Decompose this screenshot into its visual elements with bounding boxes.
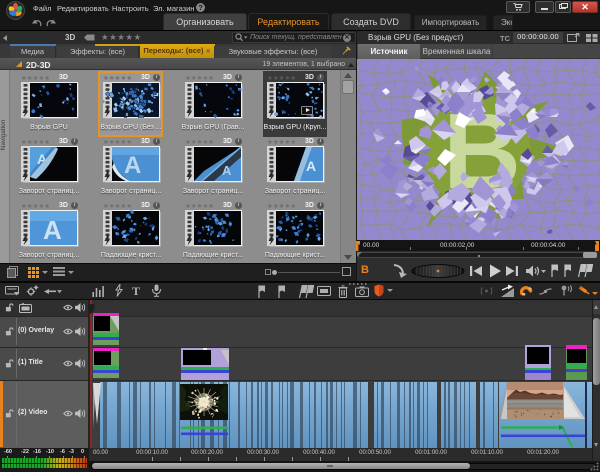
svg-text:A: A [124,152,141,179]
svg-text:A: A [306,158,316,174]
svg-text:A: A [43,215,62,245]
svg-text:A: A [222,163,232,178]
